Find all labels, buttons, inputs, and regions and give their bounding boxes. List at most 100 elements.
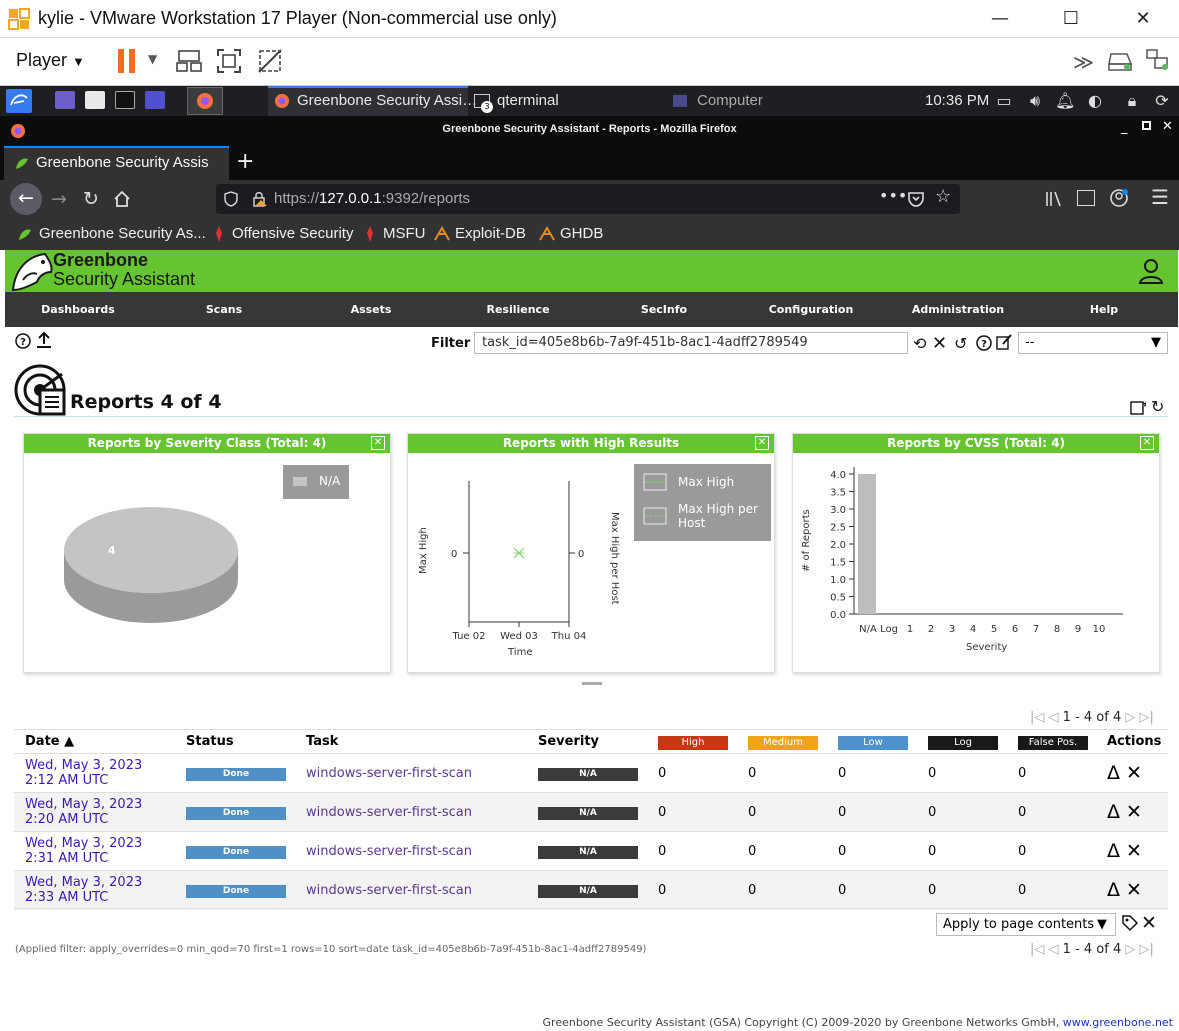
add-dashboard-display-icon[interactable]: ★ (1130, 399, 1150, 415)
filter-input[interactable]: task_id=405e8b6b-7a9f-451b-8ac1-4adff278… (474, 332, 908, 354)
greenbone-logo-icon[interactable] (9, 250, 57, 292)
next-page-icon[interactable]: ▷ (1125, 710, 1135, 725)
hard-disk-icon[interactable] (1107, 50, 1133, 72)
menu-help[interactable]: Help (1031, 292, 1177, 327)
delete-icon[interactable]: ✕ (1126, 840, 1142, 862)
bookmark-offensive-security[interactable]: Offensive Security (210, 224, 353, 244)
reload-button[interactable]: ↻ (80, 184, 102, 214)
col-date[interactable]: Date ▲ (14, 729, 175, 754)
hamburger-menu-icon[interactable]: ☰ (1151, 185, 1169, 209)
previous-page-icon[interactable]: ◁ (1049, 942, 1059, 957)
report-date-link[interactable]: Wed, May 3, 2023 2:20 AM UTC (25, 797, 142, 827)
close-icon[interactable]: ✕ (1128, 6, 1158, 32)
report-date-link[interactable]: Wed, May 3, 2023 2:12 AM UTC (25, 758, 142, 788)
account-icon[interactable] (1110, 189, 1128, 207)
task-link[interactable]: windows-server-first-scan (306, 766, 472, 781)
page-actions-icon[interactable]: ••• (879, 186, 907, 205)
col-log[interactable]: Log (928, 735, 998, 750)
unity-icon[interactable] (256, 47, 284, 75)
delete-icon[interactable]: ✕ (1126, 879, 1142, 901)
menu-secinfo[interactable]: SecInfo (591, 292, 737, 327)
menu-administration[interactable]: Administration (885, 292, 1031, 327)
report-date-link[interactable]: Wed, May 3, 2023 2:31 AM UTC (25, 836, 142, 866)
menu-scans[interactable]: Scans (151, 292, 297, 327)
pause-dropdown-icon[interactable]: ▼ (148, 52, 157, 66)
filter-reset-icon[interactable]: ↺ (954, 334, 967, 353)
volume-icon[interactable]: 🔊︎ (1025, 86, 1045, 116)
notification-bell-icon[interactable]: 🔔︎ (1055, 86, 1075, 116)
ff-maximize-icon[interactable] (1142, 121, 1151, 130)
delta-icon[interactable]: Δ (1107, 840, 1120, 862)
resize-handle[interactable] (582, 682, 602, 685)
bulk-action-select[interactable]: Apply to page contents ▼ (936, 913, 1116, 936)
power-manager-icon[interactable]: ◐ (1085, 86, 1105, 116)
last-page-icon[interactable]: ▷| (1140, 942, 1154, 957)
menu-configuration[interactable]: Configuration (737, 292, 885, 327)
delta-icon[interactable]: Δ (1107, 879, 1120, 901)
next-page-icon[interactable]: ▷ (1125, 942, 1135, 957)
previous-page-icon[interactable]: ◁ (1049, 710, 1059, 725)
remove-chart-icon[interactable]: ✕ (371, 436, 385, 450)
upload-icon[interactable] (35, 331, 53, 349)
bookmark-star-icon[interactable]: ☆ (935, 186, 951, 207)
library-icon[interactable] (1044, 190, 1062, 208)
task-link[interactable]: windows-server-first-scan (306, 844, 472, 859)
filter-clear-icon[interactable]: ✕ (932, 333, 947, 354)
back-button[interactable]: ← (10, 183, 42, 215)
file-manager-icon[interactable] (85, 91, 105, 109)
network-adapter-icon[interactable] (1145, 48, 1171, 72)
tag-icon[interactable] (1121, 914, 1139, 932)
task-computer[interactable]: Computer (697, 86, 763, 116)
col-high[interactable]: High (658, 735, 728, 750)
bookmark-exploit-db[interactable]: Exploit-DB (433, 224, 526, 244)
screen-recorder-icon[interactable] (145, 91, 165, 109)
logout-icon[interactable]: ⟳ (1152, 86, 1172, 116)
delta-icon[interactable]: Δ (1107, 762, 1120, 784)
minimize-icon[interactable]: — (985, 6, 1015, 32)
lock-icon[interactable]: 🔒︎ (1122, 86, 1142, 116)
bookmark-ghdb[interactable]: GHDB (538, 224, 603, 244)
col-severity[interactable]: Severity (527, 729, 647, 754)
help-icon[interactable]: ? (15, 333, 31, 349)
maximize-icon[interactable]: ☐ (1056, 6, 1086, 32)
col-low[interactable]: Low (838, 735, 908, 750)
task-link[interactable]: windows-server-first-scan (306, 883, 472, 898)
menu-dashboards[interactable]: Dashboards (5, 292, 151, 327)
first-page-icon[interactable]: |◁ (1030, 710, 1044, 725)
filter-select[interactable]: -- ▼ (1018, 332, 1168, 354)
delta-icon[interactable]: Δ (1107, 801, 1120, 823)
home-icon[interactable] (113, 190, 131, 208)
user-menu-icon[interactable] (1138, 258, 1164, 284)
first-page-icon[interactable]: |◁ (1030, 942, 1044, 957)
reset-dashboard-icon[interactable]: ↻ (1151, 397, 1164, 416)
insecure-lock-icon[interactable] (251, 191, 267, 207)
tab-greenbone[interactable]: Greenbone Security Assis (4, 146, 229, 180)
col-false-pos[interactable]: False Pos. (1018, 735, 1088, 750)
delete-icon[interactable]: ✕ (1126, 762, 1142, 784)
menu-resilience[interactable]: Resilience (445, 292, 591, 327)
last-page-icon[interactable]: ▷| (1140, 710, 1154, 725)
new-tab-button[interactable]: + (236, 149, 254, 174)
delete-icon[interactable]: ✕ (1126, 801, 1142, 823)
ff-minimize-icon[interactable]: _ (1121, 120, 1128, 135)
fullscreen-icon[interactable] (215, 47, 243, 75)
kali-menu-icon[interactable] (6, 89, 32, 113)
pause-icon[interactable] (116, 47, 138, 75)
ff-close-icon[interactable]: ✕ (1162, 119, 1173, 134)
bookmark-msfu[interactable]: MSFU (361, 224, 426, 244)
send-ctrl-alt-del-icon[interactable] (175, 47, 203, 75)
task-qterminal[interactable]: qterminal (497, 86, 559, 116)
bulk-delete-icon[interactable]: ✕ (1141, 912, 1157, 934)
col-task[interactable]: Task (295, 729, 527, 754)
more-devices-icon[interactable]: ≫ (1073, 50, 1094, 74)
menu-assets[interactable]: Assets (297, 292, 445, 327)
remove-chart-icon[interactable]: ✕ (755, 436, 769, 450)
report-date-link[interactable]: Wed, May 3, 2023 2:33 AM UTC (25, 875, 142, 905)
player-menu-button[interactable]: Player ▼ (16, 50, 85, 71)
url-bar[interactable]: https://127.0.0.1:9392/reports (216, 184, 960, 214)
tracking-shield-icon[interactable] (224, 191, 238, 207)
filter-edit-icon[interactable] (996, 334, 1012, 350)
firefox-launcher-icon[interactable] (187, 87, 223, 115)
pocket-icon[interactable] (907, 190, 925, 208)
remove-chart-icon[interactable]: ✕ (1140, 436, 1154, 450)
